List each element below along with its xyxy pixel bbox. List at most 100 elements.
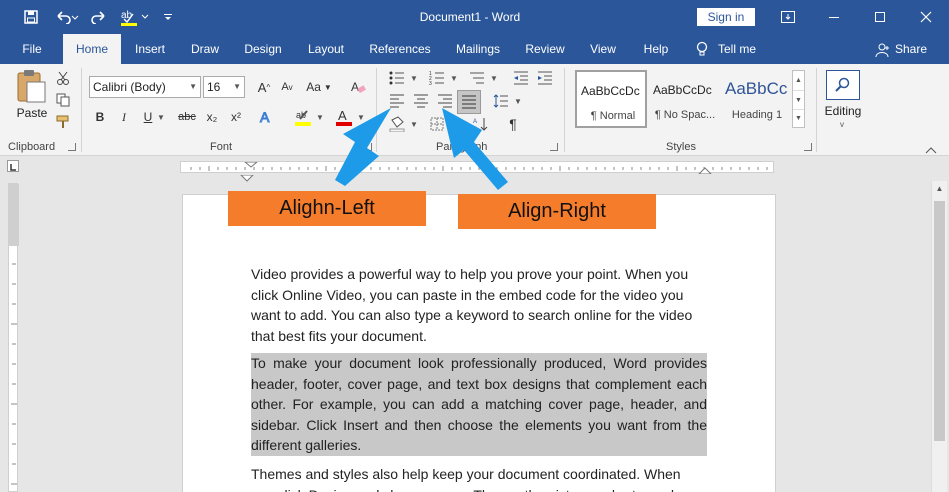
style-preview: AaBbCcDc: [653, 83, 712, 97]
chevron-up-icon[interactable]: ▲: [932, 181, 947, 197]
increase-indent-icon[interactable]: [534, 68, 556, 88]
copy-icon[interactable]: [52, 90, 74, 110]
indent-marker-icon[interactable]: [239, 172, 255, 182]
ribbon-tabs: File Home Insert Draw Design Layout Refe…: [0, 34, 949, 64]
tab-draw[interactable]: Draw: [181, 34, 229, 64]
tab-file[interactable]: File: [8, 34, 56, 64]
multilevel-list-icon[interactable]: [466, 68, 488, 88]
font-size-select[interactable]: 16 ▼: [203, 76, 245, 98]
grow-font-icon[interactable]: A ^: [253, 77, 275, 97]
tab-insert[interactable]: Insert: [126, 34, 174, 64]
editing-label[interactable]: Editing: [818, 104, 868, 118]
chevron-down-icon[interactable]: ▼: [793, 90, 804, 109]
style-name: Heading 1: [731, 109, 783, 121]
chevron-down-icon[interactable]: ▼: [490, 74, 498, 83]
document-paragraph-3[interactable]: Themes and styles also help keep your do…: [251, 464, 707, 492]
share-icon[interactable]: [875, 42, 891, 58]
redo-icon[interactable]: [88, 6, 110, 28]
undo-icon[interactable]: [52, 6, 82, 28]
chevron-down-icon[interactable]: ▼: [450, 74, 458, 83]
tab-mailings[interactable]: Mailings: [445, 34, 511, 64]
chevron-down-icon: ▼: [189, 82, 197, 91]
find-icon[interactable]: [826, 70, 860, 100]
style-heading-1[interactable]: AaBbCc Heading 1: [720, 70, 792, 128]
more-styles-icon[interactable]: ▼: [793, 109, 804, 127]
clipboard-launcher-icon[interactable]: [68, 143, 76, 151]
collapse-ribbon-icon[interactable]: [925, 143, 939, 154]
arrow-to-align-left: [335, 108, 391, 186]
tab-layout[interactable]: Layout: [297, 34, 355, 64]
font-family-value: Calibri (Body): [93, 80, 166, 94]
chevron-down-icon[interactable]: ▼: [157, 113, 165, 122]
save-icon[interactable]: [20, 6, 42, 28]
style-no-spacing[interactable]: AaBbCcDc ¶ No Spac...: [648, 70, 720, 128]
chevron-down-icon[interactable]: ▼: [410, 120, 418, 129]
customize-icon[interactable]: [160, 6, 176, 28]
sign-in-button[interactable]: Sign in: [697, 8, 755, 26]
tab-references[interactable]: References: [362, 34, 438, 64]
tab-help[interactable]: Help: [634, 34, 678, 64]
chevron-down-icon[interactable]: ▼: [514, 97, 522, 106]
format-painter-icon[interactable]: [52, 112, 74, 132]
group-divider: [816, 68, 817, 152]
share-button[interactable]: Share: [895, 34, 931, 64]
cut-icon[interactable]: [52, 68, 74, 88]
subscript-button[interactable]: x₂: [201, 107, 223, 127]
paste-label: Paste: [16, 106, 48, 120]
vertical-ruler[interactable]: [8, 183, 19, 492]
decrease-indent-icon[interactable]: [510, 68, 532, 88]
clear-formatting-icon[interactable]: A: [347, 77, 369, 97]
chevron-up-icon[interactable]: ▲: [793, 71, 804, 90]
chevron-down-icon[interactable]: ▼: [410, 74, 418, 83]
vertical-scrollbar[interactable]: ▲: [931, 181, 947, 492]
svg-text:A: A: [260, 109, 270, 125]
tab-view[interactable]: View: [579, 34, 627, 64]
group-divider: [81, 68, 82, 152]
superscript-button[interactable]: x²: [225, 107, 247, 127]
strikethrough-button[interactable]: abc: [176, 107, 198, 127]
close-icon[interactable]: [903, 0, 949, 34]
tell-me-box[interactable]: Tell me: [718, 34, 770, 64]
italic-button[interactable]: I: [113, 107, 135, 127]
tab-design[interactable]: Design: [236, 34, 290, 64]
change-case-button[interactable]: Aa ▼: [302, 77, 336, 97]
font-size-value: 16: [207, 80, 221, 94]
spelling-icon[interactable]: ab: [118, 6, 152, 28]
style-name: ¶ Normal: [590, 110, 636, 122]
title-bar: ab Document1 - Word Sign in: [0, 0, 949, 34]
document-paragraph-1[interactable]: Video provides a powerful way to help yo…: [251, 264, 707, 346]
shrink-font-icon[interactable]: Av: [276, 77, 298, 97]
callout-align-right: Align-Right: [458, 194, 656, 229]
chevron-down-icon[interactable]: v: [840, 120, 844, 129]
chevron-down-icon[interactable]: ▼: [316, 113, 324, 122]
svg-text:A: A: [351, 80, 359, 94]
word-window: ab Document1 - Word Sign in File Home In…: [0, 0, 949, 492]
document-title: Document1 - Word: [419, 10, 521, 24]
scroll-thumb[interactable]: [934, 201, 945, 441]
ribbon-display-icon[interactable]: [765, 0, 811, 34]
change-case-label: Aa: [306, 80, 321, 94]
numbering-icon[interactable]: 123: [426, 68, 448, 88]
bold-button[interactable]: B: [89, 107, 111, 127]
minimize-icon[interactable]: [811, 0, 857, 34]
tab-selector-icon[interactable]: [7, 160, 19, 172]
style-normal[interactable]: AaBbCcDc ¶ Normal: [575, 70, 647, 128]
maximize-icon[interactable]: [857, 0, 903, 34]
document-paragraph-2-selected[interactable]: To make your document look professionall…: [251, 353, 707, 456]
paragraph-launcher-icon[interactable]: [550, 143, 558, 151]
align-center-icon[interactable]: [410, 91, 432, 111]
styles-scroll[interactable]: ▲ ▼ ▼: [792, 70, 805, 128]
styles-launcher-icon[interactable]: [804, 143, 812, 151]
callout-align-left: Alighn-Left: [228, 191, 426, 226]
lightbulb-icon[interactable]: [694, 41, 710, 57]
style-name: ¶ No Spac...: [654, 109, 716, 121]
font-family-select[interactable]: Calibri (Body) ▼: [89, 76, 201, 98]
tab-home[interactable]: Home: [63, 34, 121, 64]
svg-text:ab: ab: [121, 10, 133, 21]
tab-review[interactable]: Review: [518, 34, 572, 64]
text-effects-icon[interactable]: A: [256, 107, 278, 127]
highlight-color-icon[interactable]: ab: [292, 107, 314, 127]
paste-button[interactable]: Paste: [14, 68, 50, 124]
underline-button[interactable]: U: [137, 107, 159, 127]
bullets-icon[interactable]: [386, 68, 408, 88]
